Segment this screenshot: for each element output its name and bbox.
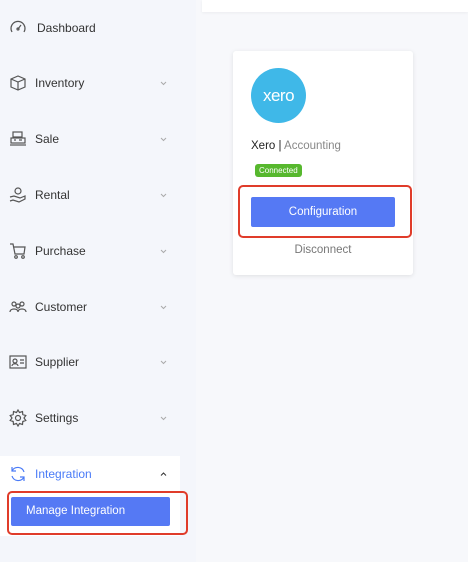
chevron-down-icon — [160, 136, 167, 143]
sidebar-item-customer[interactable]: Customer — [0, 289, 180, 325]
top-header-bar — [202, 0, 468, 12]
sidebar-item-supplier[interactable]: Supplier — [0, 344, 180, 380]
dashboard-gauge-icon — [9, 19, 27, 37]
integration-sync-icon — [9, 465, 27, 483]
chevron-up-icon — [160, 471, 167, 478]
gear-icon — [9, 409, 27, 427]
chevron-down-icon — [160, 192, 167, 199]
chevron-down-icon — [160, 359, 167, 366]
sidebar: Dashboard Inventory Sale Rental Purchase — [0, 0, 196, 562]
sidebar-item-label: Purchase — [35, 244, 86, 258]
disconnect-link[interactable]: Disconnect — [233, 244, 413, 256]
sidebar-item-sale[interactable]: Sale — [0, 121, 180, 157]
sidebar-subitem-manage-integration[interactable]: Manage Integration — [11, 497, 170, 526]
inventory-box-icon — [9, 74, 27, 92]
sidebar-item-label: Integration — [35, 467, 92, 481]
integration-name: Xero — [251, 140, 276, 152]
chevron-down-icon — [160, 248, 167, 255]
chevron-down-icon — [160, 304, 167, 311]
integration-title: Xero | Accounting — [251, 140, 341, 152]
cart-icon — [9, 242, 27, 260]
sidebar-item-label: Inventory — [35, 76, 85, 90]
sidebar-item-label: Rental — [35, 188, 70, 202]
chevron-down-icon — [160, 80, 167, 87]
sidebar-item-rental[interactable]: Rental — [0, 177, 180, 213]
sale-register-icon — [9, 130, 27, 148]
sidebar-item-integration[interactable]: Integration — [0, 456, 180, 492]
xero-logo: xero — [251, 68, 306, 123]
rental-hand-icon — [9, 186, 27, 204]
sidebar-item-label: Sale — [35, 132, 60, 146]
customers-icon — [9, 298, 27, 316]
sidebar-item-dashboard[interactable]: Dashboard — [0, 10, 180, 46]
chevron-down-icon — [160, 415, 167, 422]
status-badge: Connected — [255, 164, 302, 177]
sidebar-item-label: Dashboard — [37, 21, 96, 35]
sidebar-item-label: Customer — [35, 300, 88, 314]
sidebar-item-label: Supplier — [35, 355, 80, 369]
configuration-button[interactable]: Configuration — [251, 197, 395, 227]
sidebar-item-label: Settings — [35, 411, 79, 425]
integration-category: Accounting — [284, 140, 341, 152]
sidebar-item-inventory[interactable]: Inventory — [0, 65, 180, 101]
title-separator: | — [275, 140, 285, 152]
supplier-card-icon — [9, 353, 27, 371]
sidebar-item-purchase[interactable]: Purchase — [0, 233, 180, 269]
integration-card-xero: xero Xero | Accounting Connected Configu… — [233, 51, 413, 275]
sidebar-item-settings[interactable]: Settings — [0, 400, 180, 436]
